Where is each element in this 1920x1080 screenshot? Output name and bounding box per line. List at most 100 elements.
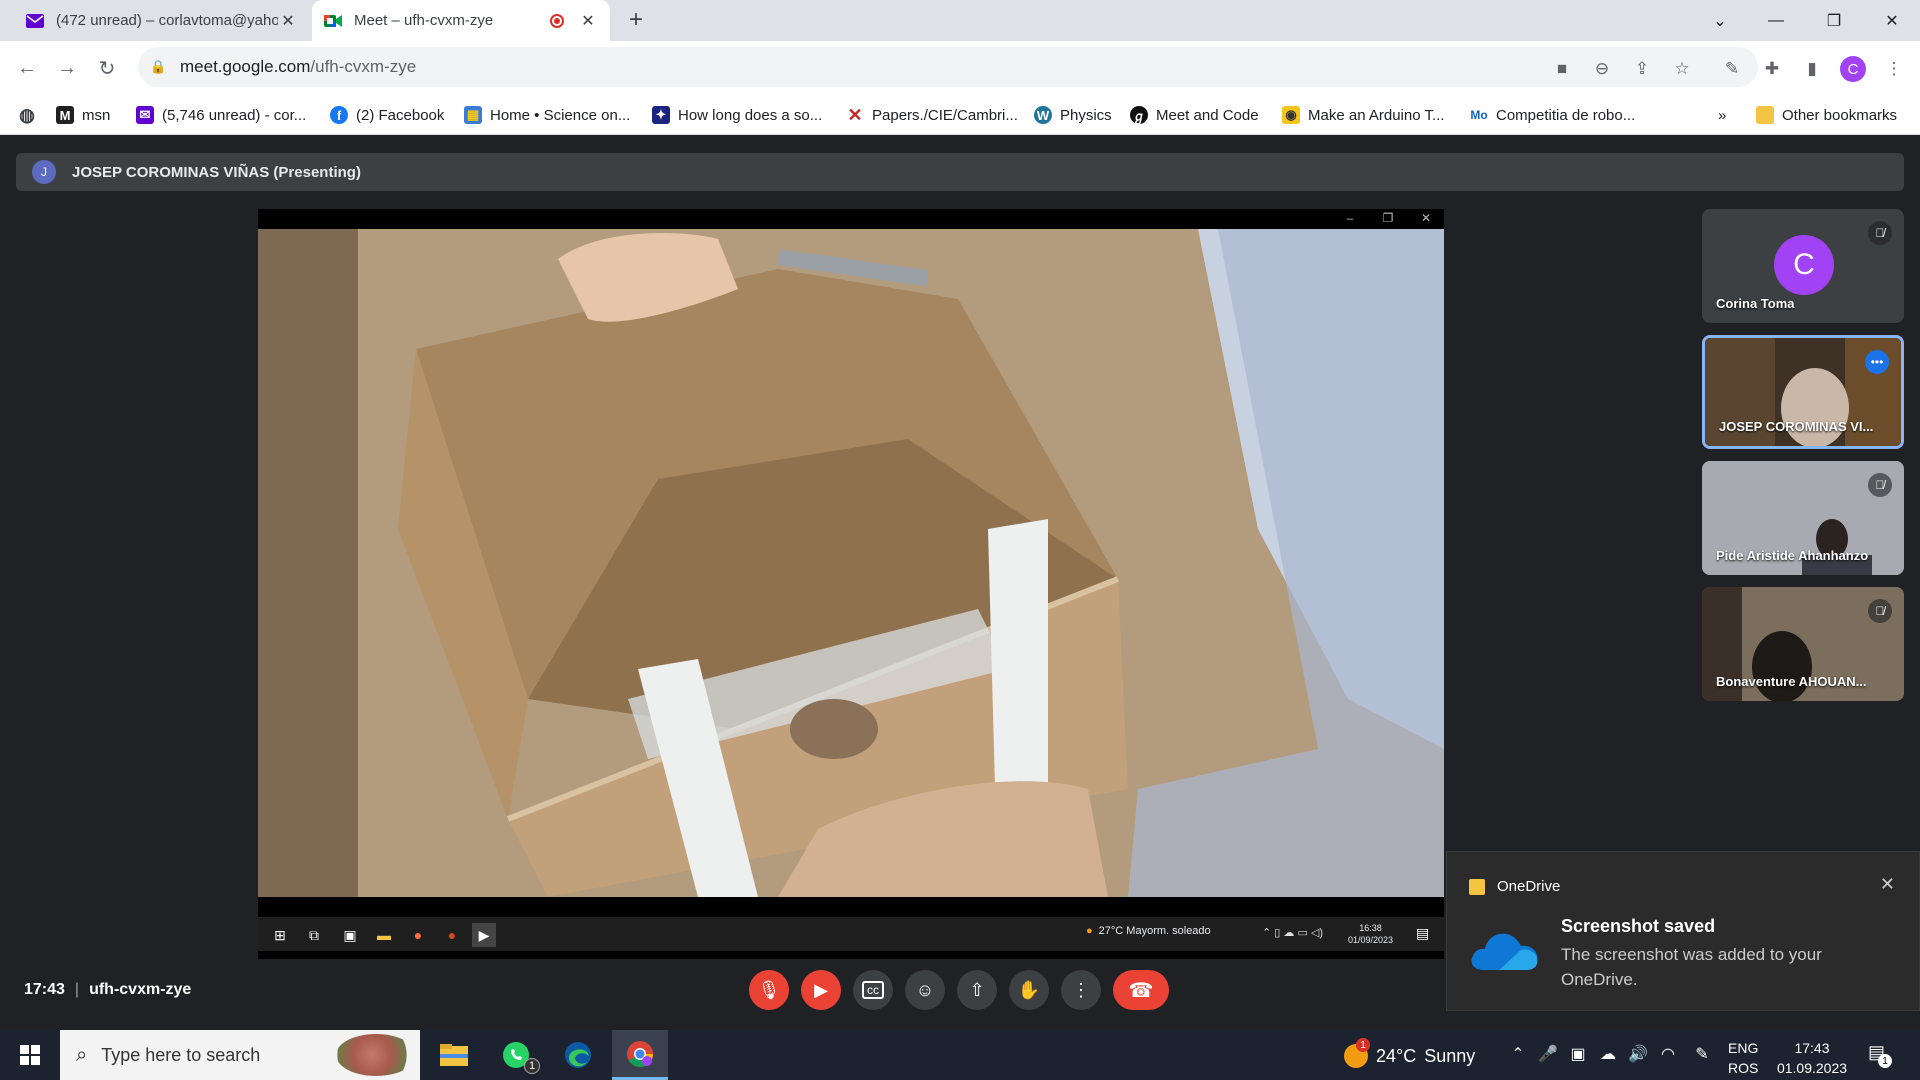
hand-icon: ✋ xyxy=(1017,979,1041,1000)
close-tab-icon[interactable]: ✕ xyxy=(278,11,298,31)
other-bookmarks[interactable]: Other bookmarks xyxy=(1756,97,1897,133)
participant-tile-josep[interactable]: ••• JOSEP COROMINAS VI... xyxy=(1702,335,1904,449)
presenter-label: JOSEP COROMINAS VIÑAS (Presenting) xyxy=(72,163,361,181)
folder-icon xyxy=(1756,106,1774,124)
camera-in-use-icon[interactable]: ■ xyxy=(1546,53,1578,85)
bookmark-competitia[interactable]: Mo Competitia de robo... xyxy=(1470,97,1635,133)
show-hidden-icons[interactable]: ⌃ xyxy=(1506,1044,1530,1064)
mic-off-icon: 🎙 xyxy=(757,979,781,1000)
shared-powerpoint-icon: ● xyxy=(447,927,457,943)
restore-button[interactable]: ❐ xyxy=(1806,0,1862,41)
meetcode-icon: ℊ xyxy=(1130,106,1148,124)
close-tab-icon[interactable]: ✕ xyxy=(578,11,598,31)
volume-tray-icon[interactable]: 🔊 xyxy=(1626,1044,1650,1064)
end-call-button[interactable]: ☎ xyxy=(1113,970,1169,1010)
bookmark-physics[interactable]: W Physics xyxy=(1034,97,1112,133)
mic-toggle-button[interactable]: 🎙 xyxy=(749,970,789,1010)
bookmark-msn[interactable]: Mmsn xyxy=(56,97,110,133)
profile-avatar[interactable]: C xyxy=(1840,56,1866,82)
weather-desc: Sunny xyxy=(1424,1045,1476,1066)
windows-taskbar: ⌕ Type here to search 1 1 24°C Sunny ⌃ 🎤… xyxy=(0,1030,1920,1080)
onedrive-cloud-icon xyxy=(1471,933,1538,970)
yahoo-mail-icon: ✉ xyxy=(136,106,154,124)
bookmarks-overflow-button[interactable]: » xyxy=(1718,97,1726,133)
captions-button[interactable]: cc xyxy=(853,970,893,1010)
taskbar-clock[interactable]: 17:43 01.09.2023 xyxy=(1772,1038,1852,1078)
start-button[interactable] xyxy=(10,1040,50,1070)
recording-icon xyxy=(550,13,564,28)
extensions-puzzle-icon[interactable]: ✚ xyxy=(1756,53,1788,85)
tab-meet[interactable]: Meet – ufh-cvxm-zye ✕ xyxy=(312,0,610,41)
taskbar-weather[interactable]: 1 24°C Sunny xyxy=(1344,1038,1476,1068)
science-icon: ▦ xyxy=(464,106,482,124)
more-options-button[interactable]: ⋮ xyxy=(1061,970,1101,1010)
forward-button[interactable]: → xyxy=(50,51,84,85)
toast-close-button[interactable]: ✕ xyxy=(1880,874,1895,895)
search-icon: ⌕ xyxy=(76,1043,88,1066)
zoom-icon[interactable]: ⊖ xyxy=(1586,53,1618,85)
reload-button[interactable]: ↻ xyxy=(90,51,124,85)
onedrive-tray-icon[interactable]: ☁ xyxy=(1596,1044,1620,1064)
presenter-banner: J JOSEP COROMINAS VIÑAS (Presenting) xyxy=(16,153,1904,191)
action-center-button[interactable]: ▤ 1 xyxy=(1868,1042,1892,1068)
menu-kebab-icon[interactable]: ⋮ xyxy=(1878,53,1910,85)
shared-task-view-icon: ⧉ xyxy=(309,926,319,943)
microphone-tray-icon[interactable]: 🎤 xyxy=(1536,1044,1560,1064)
file-explorer-app[interactable] xyxy=(426,1030,482,1080)
bookmark-how-long[interactable]: ✦ How long does a so... xyxy=(652,97,822,133)
new-tab-button[interactable]: + xyxy=(622,7,650,35)
pen-tray-icon[interactable]: ✎ xyxy=(1690,1044,1714,1064)
reactions-button[interactable]: ☺ xyxy=(905,970,945,1010)
whatsapp-app[interactable]: 1 xyxy=(488,1030,544,1080)
bookmark-facebook[interactable]: f (2) Facebook xyxy=(330,97,444,133)
participant-name: Pide Aristide Ahanhanzo xyxy=(1716,548,1869,563)
close-window-button[interactable]: ✕ xyxy=(1864,0,1920,41)
extension-feather-icon[interactable]: ✎ xyxy=(1716,53,1748,85)
back-button[interactable]: ← xyxy=(10,51,44,85)
edge-icon xyxy=(565,1042,591,1068)
more-options-icon[interactable]: ••• xyxy=(1865,350,1889,374)
present-screen-button[interactable]: ⇧ xyxy=(957,970,997,1010)
minimize-button[interactable]: — xyxy=(1748,0,1804,41)
bookmark-meet-and-code[interactable]: ℊ Meet and Code xyxy=(1130,97,1259,133)
captions-icon: cc xyxy=(862,981,884,999)
taskbar-search[interactable]: ⌕ Type here to search xyxy=(60,1030,420,1080)
bookmark-arduino[interactable]: ◉ Make an Arduino T... xyxy=(1282,97,1444,133)
bookmark-yahoo-mail[interactable]: ✉ (5,746 unread) - cor... xyxy=(136,97,306,133)
tab-title: (472 unread) – corlavtoma@yahoo xyxy=(56,12,278,29)
display-tray-icon[interactable]: ▣ xyxy=(1566,1044,1590,1064)
meeting-info: 17:43 | ufh-cvxm-zye xyxy=(24,981,192,998)
toast-title: Screenshot saved xyxy=(1561,916,1716,936)
share-icon[interactable]: ⇪ xyxy=(1626,53,1658,85)
raise-hand-button[interactable]: ✋ xyxy=(1009,970,1049,1010)
url-text: meet.google.com/ufh-cvxm-zye xyxy=(180,57,417,76)
side-panel-icon[interactable]: ▮ xyxy=(1796,53,1828,85)
mic-muted-icon: 🎙̸ xyxy=(1868,599,1892,623)
bookmark-papers[interactable]: ✕ Papers./CIE/Cambri... xyxy=(846,97,1017,133)
onedrive-app-icon xyxy=(1469,878,1485,895)
bookmark-star-icon[interactable]: ☆ xyxy=(1666,53,1698,85)
camera-toggle-button[interactable]: ▶ xyxy=(801,970,841,1010)
tab-search-icon[interactable]: ⌄ xyxy=(1692,0,1748,41)
tab-title: Meet – ufh-cvxm-zye xyxy=(354,12,494,29)
language-indicator[interactable]: ENG ROS xyxy=(1728,1038,1758,1078)
search-highlight-image xyxy=(336,1034,416,1076)
network-tray-icon[interactable]: ◠ xyxy=(1656,1044,1680,1064)
whatsapp-badge: 1 xyxy=(524,1058,540,1074)
shared-window-titlebar: – ❐ ✕ xyxy=(258,209,1444,229)
participant-tile-corina[interactable]: C 🎙̸ Corina Toma xyxy=(1702,209,1904,323)
onedrive-notification[interactable]: OneDrive ✕ Screenshot saved The screensh… xyxy=(1446,851,1920,1011)
mo-icon: Mo xyxy=(1470,108,1488,122)
tab-strip: (472 unread) – corlavtoma@yahoo ✕ Meet –… xyxy=(0,0,1920,41)
edge-app[interactable] xyxy=(550,1030,606,1080)
kebab-icon: ⋮ xyxy=(1072,979,1090,1000)
presentation-stage[interactable]: – ❐ ✕ ⊞ ⧉ ▣ ▬ ● ● ▶ ● 27°C Mayorm. solea… xyxy=(258,209,1444,959)
chrome-app[interactable] xyxy=(612,1030,668,1080)
participant-name: Bonaventure AHOUAN... xyxy=(1716,674,1867,689)
tab-yahoo-mail[interactable]: (472 unread) – corlavtoma@yahoo ✕ xyxy=(14,0,310,41)
bookmark-globe-icon[interactable]: ◍ xyxy=(18,97,44,133)
address-bar[interactable]: 🔒 meet.google.com/ufh-cvxm-zye xyxy=(138,47,1758,87)
bookmark-science-on[interactable]: ▦ Home • Science on... xyxy=(464,97,630,133)
participant-tile-bonaventure[interactable]: 🎙̸ Bonaventure AHOUAN... xyxy=(1702,587,1904,701)
participant-tile-pide[interactable]: 🎙̸ Pide Aristide Ahanhanzo xyxy=(1702,461,1904,575)
